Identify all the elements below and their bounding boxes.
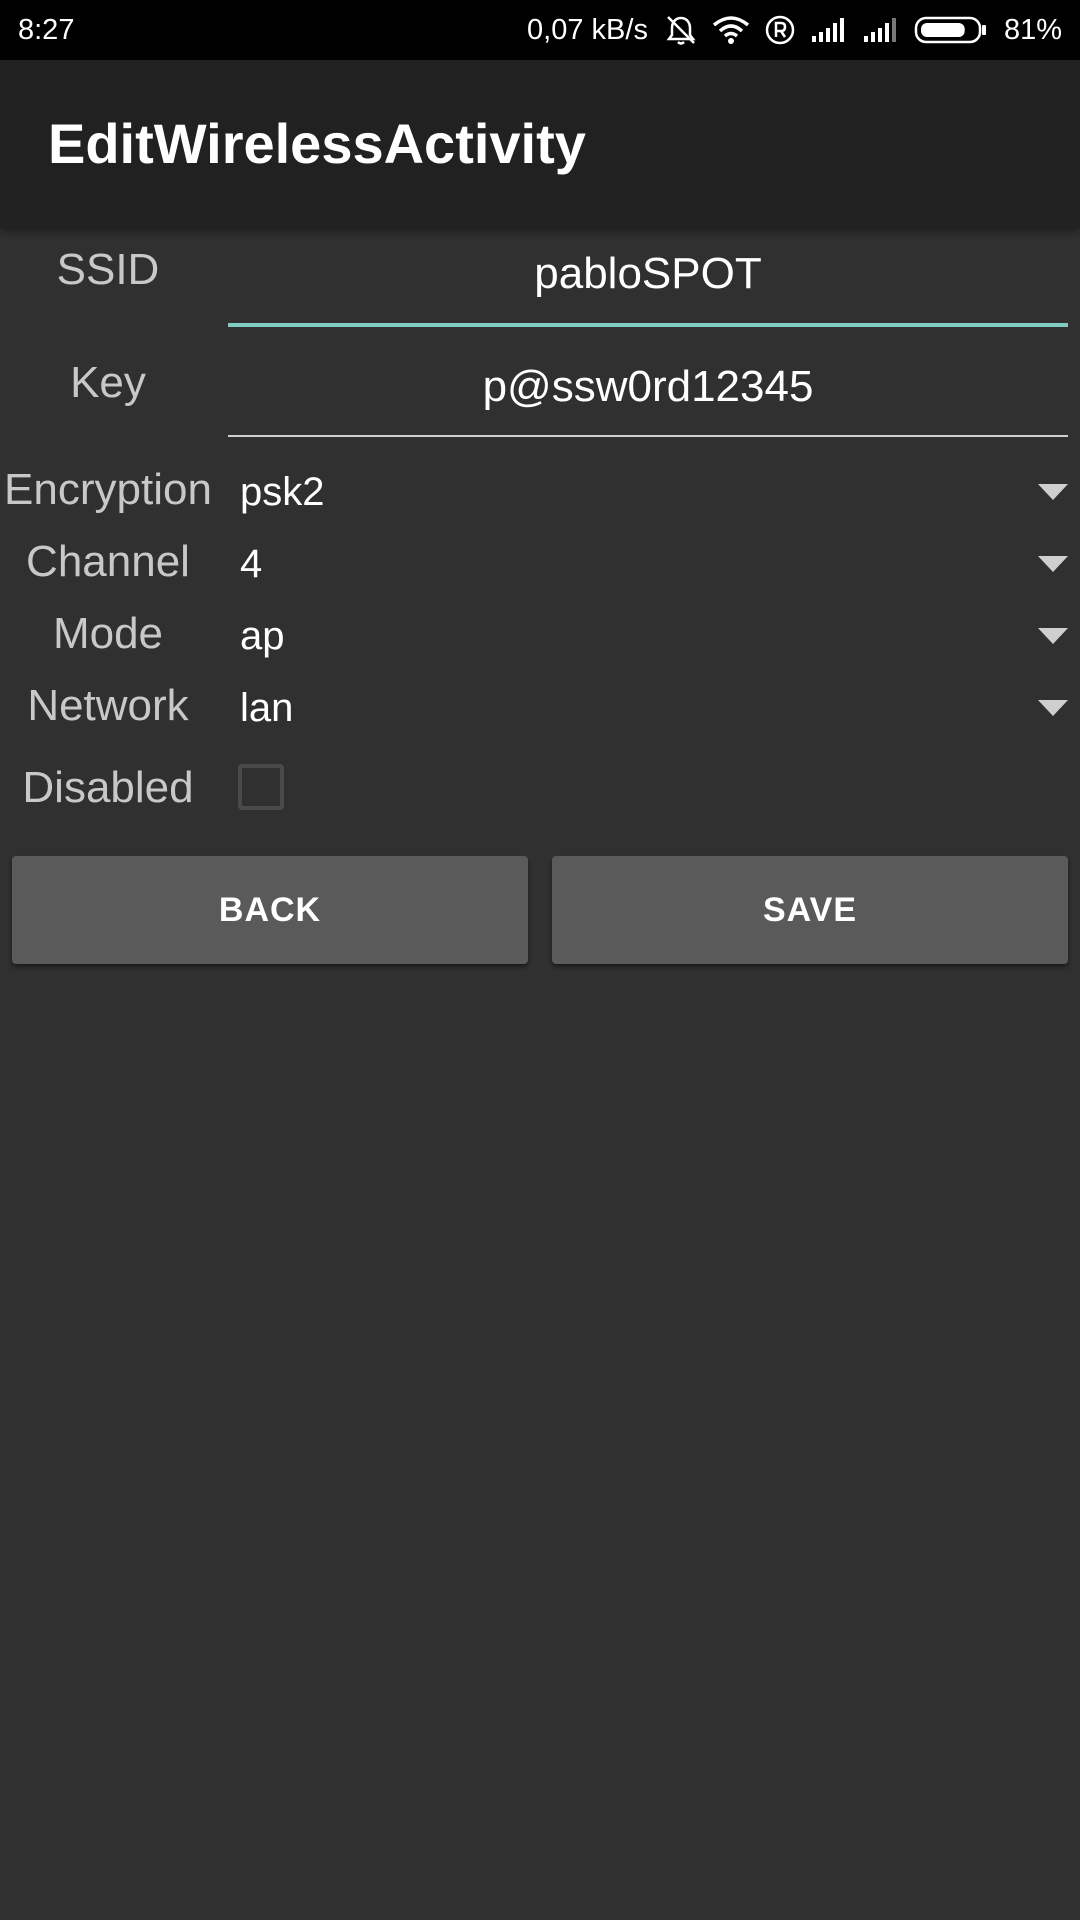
status-bar: 8:27 0,07 kB/s 81% — [0, 0, 1080, 60]
mode-label: Mode — [52, 609, 164, 658]
encryption-value: psk2 — [240, 470, 325, 514]
disabled-label: Disabled — [22, 763, 194, 812]
status-icons: 0,07 kB/s 81% — [527, 0, 1062, 60]
page-title: EditWirelessActivity — [48, 112, 586, 175]
mode-value: ap — [240, 614, 285, 658]
disabled-checkbox[interactable] — [238, 764, 284, 810]
channel-value: 4 — [240, 542, 263, 586]
key-underline — [228, 435, 1068, 437]
encryption-label: Encryption — [4, 465, 212, 514]
key-input[interactable]: p@ssw0rd12345 — [228, 347, 1068, 427]
key-label: Key — [70, 358, 146, 407]
dropdown-arrow-icon — [1038, 484, 1068, 500]
action-bar: EditWirelessActivity — [0, 60, 1080, 228]
back-button[interactable]: BACK — [12, 856, 528, 964]
ssid-input[interactable]: pabloSPOT — [228, 234, 1068, 314]
dropdown-arrow-icon — [1038, 700, 1068, 716]
encryption-spinner[interactable]: psk2 — [228, 460, 1068, 524]
channel-spinner[interactable]: 4 — [228, 532, 1068, 596]
network-spinner[interactable]: lan — [228, 676, 1068, 740]
battery-percent: 81% — [1003, 13, 1062, 46]
wifi-icon — [712, 15, 750, 45]
battery-icon — [914, 15, 988, 45]
ssid-underline — [228, 323, 1068, 327]
status-time: 8:27 — [18, 14, 75, 46]
ssid-label: SSID — [56, 245, 160, 294]
dropdown-arrow-icon — [1038, 556, 1068, 572]
channel-label: Channel — [26, 537, 190, 586]
roaming-icon — [764, 14, 796, 46]
save-button[interactable]: SAVE — [552, 856, 1068, 964]
signal-icon — [810, 16, 848, 44]
mode-spinner[interactable]: ap — [228, 604, 1068, 668]
signal-icon — [862, 16, 900, 44]
network-value: lan — [240, 686, 294, 730]
dropdown-arrow-icon — [1038, 628, 1068, 644]
network-speed: 0,07 kB/s — [527, 13, 648, 46]
alarm-off-icon — [664, 13, 698, 47]
network-label: Network — [27, 681, 189, 730]
